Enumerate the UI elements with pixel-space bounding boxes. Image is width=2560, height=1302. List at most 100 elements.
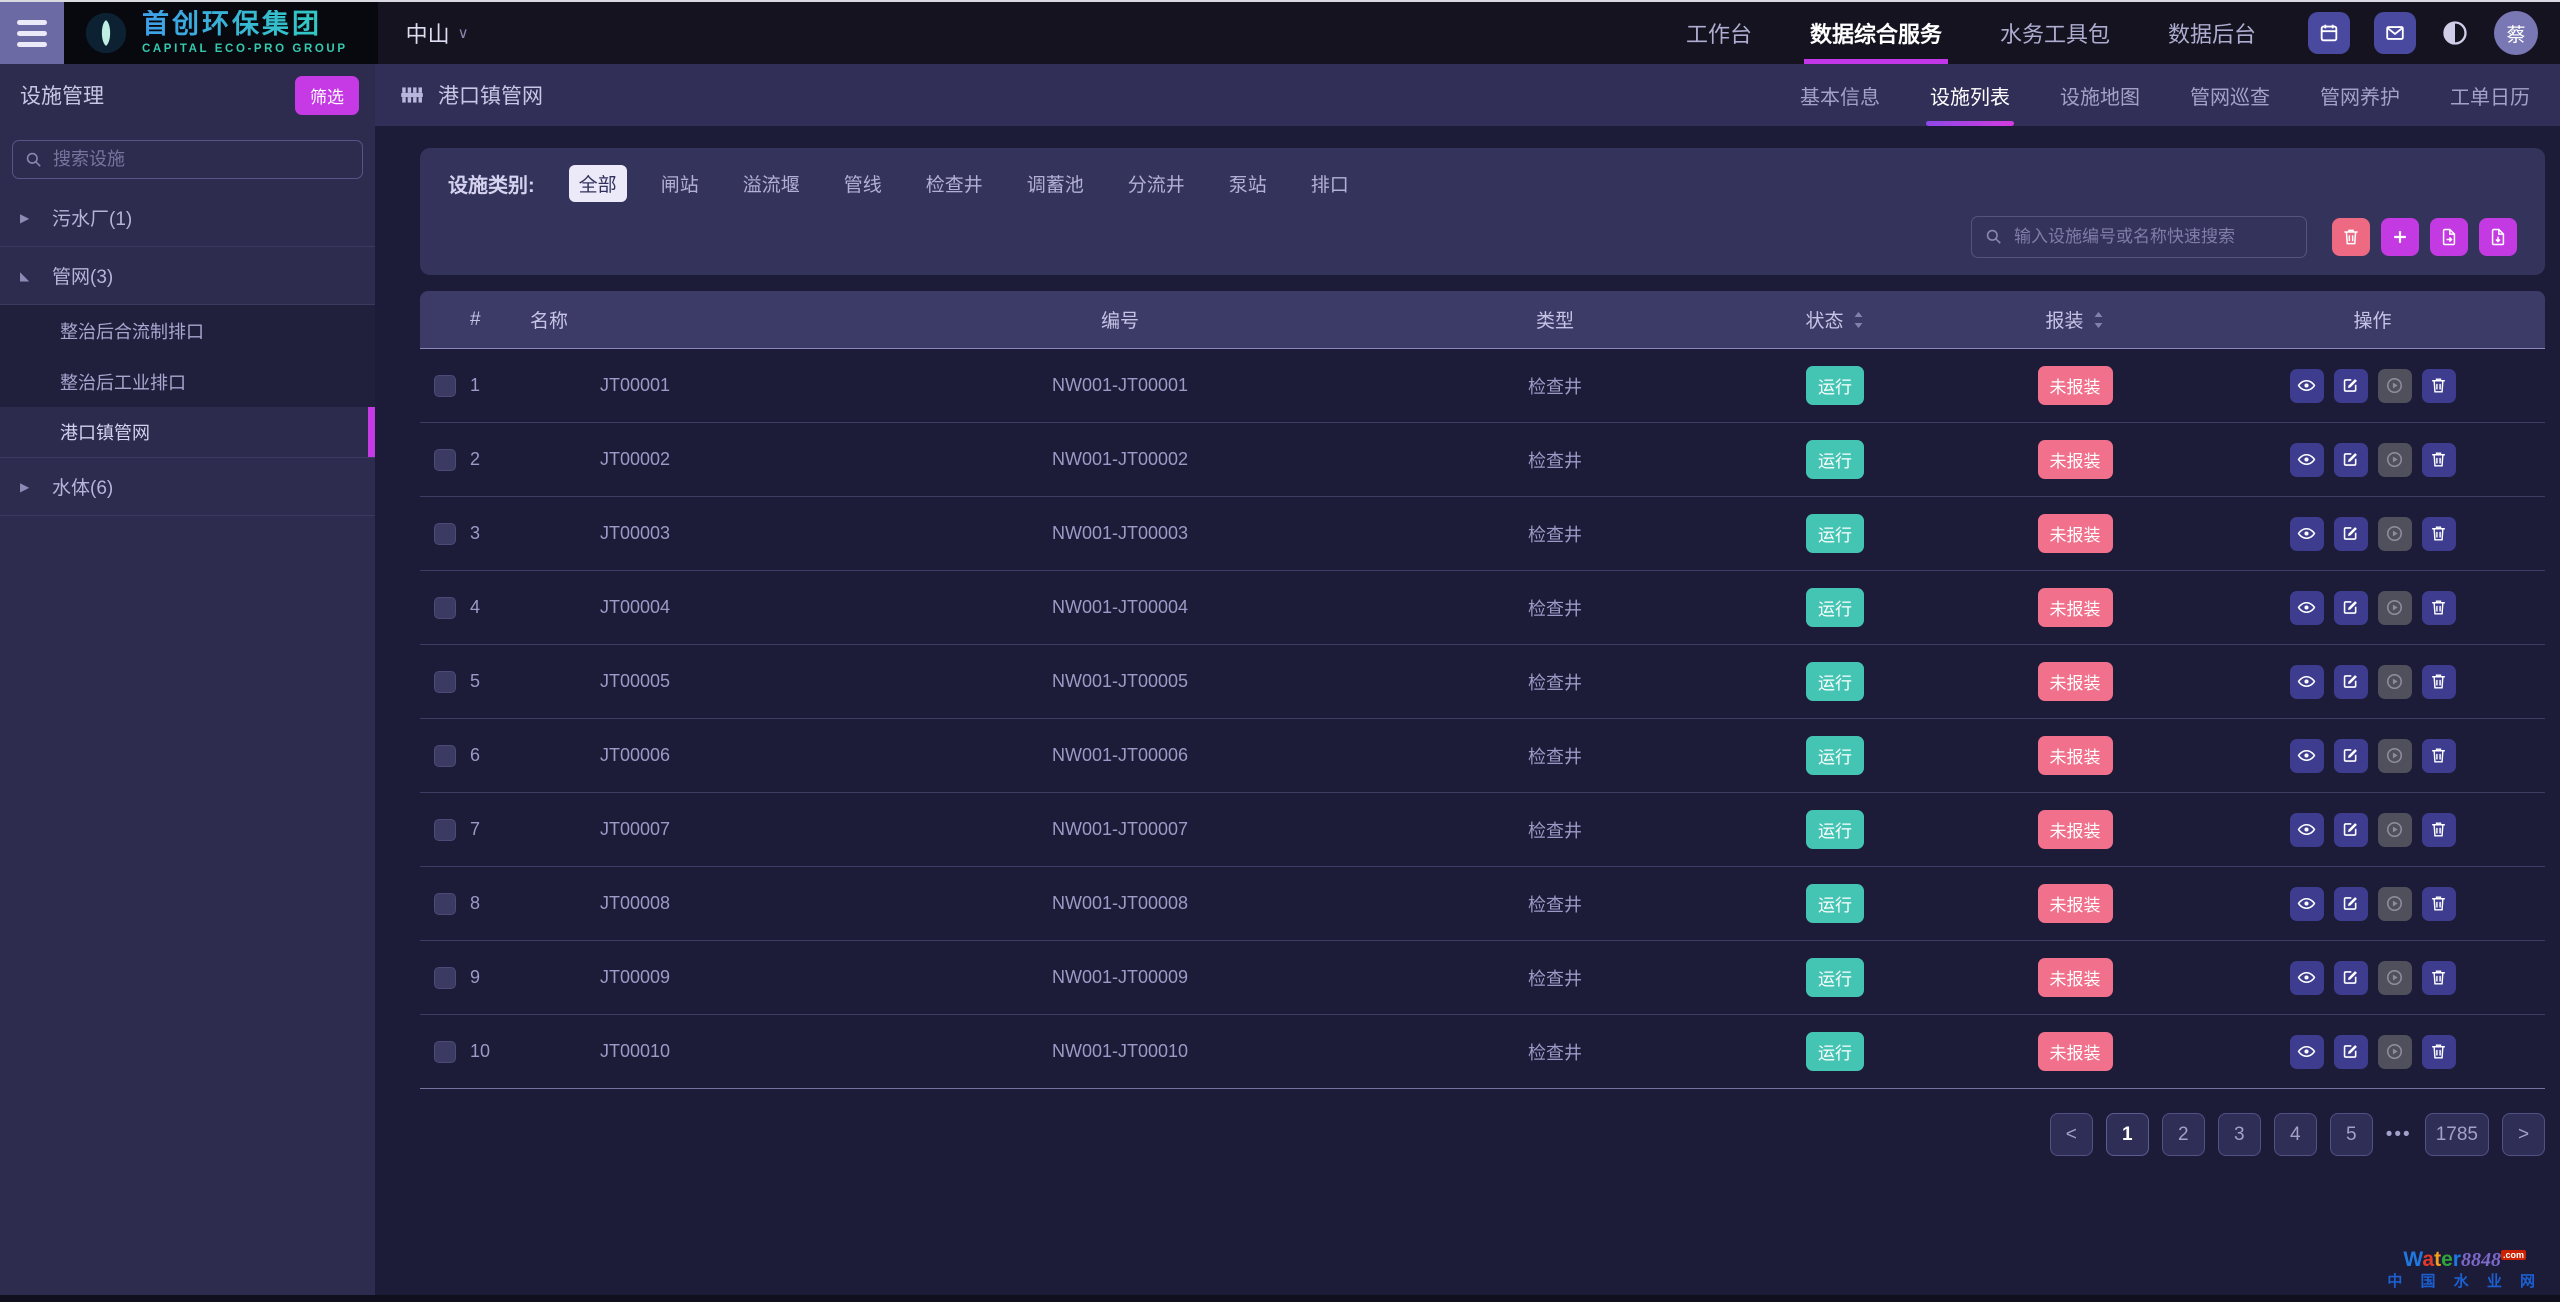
row-checkbox[interactable]: [434, 523, 456, 545]
category-闸站[interactable]: 闸站: [651, 165, 709, 202]
delete-row-button[interactable]: [2422, 961, 2456, 995]
delete-row-button[interactable]: [2422, 887, 2456, 921]
category-溢流堰[interactable]: 溢流堰: [733, 165, 810, 202]
tree-node-污水厂(1)[interactable]: ▶污水厂(1): [0, 189, 375, 247]
row-checkbox[interactable]: [434, 597, 456, 619]
edit-row-button[interactable]: [2334, 369, 2368, 403]
page-button-3[interactable]: 3: [2218, 1113, 2261, 1156]
sort-icon[interactable]: [2092, 310, 2105, 330]
filter-button[interactable]: 筛选: [295, 76, 359, 115]
view-row-button[interactable]: [2290, 443, 2324, 477]
nav-item-水务工具包[interactable]: 水务工具包: [2000, 2, 2110, 64]
nav-item-数据后台[interactable]: 数据后台: [2168, 2, 2256, 64]
edit-row-button[interactable]: [2334, 739, 2368, 773]
tab-工单日历[interactable]: 工单日历: [2450, 64, 2530, 126]
view-row-button[interactable]: [2290, 813, 2324, 847]
tree-leaf-港口镇管网[interactable]: 港口镇管网: [0, 407, 375, 458]
next-page-button[interactable]: >: [2502, 1113, 2545, 1156]
edit-row-button[interactable]: [2334, 887, 2368, 921]
category-分流井[interactable]: 分流井: [1118, 165, 1195, 202]
page-button-4[interactable]: 4: [2274, 1113, 2317, 1156]
main-nav: 工作台数据综合服务水务工具包数据后台: [1686, 2, 2256, 64]
view-row-button[interactable]: [2290, 591, 2324, 625]
category-全部[interactable]: 全部: [569, 165, 627, 202]
edit-row-button[interactable]: [2334, 443, 2368, 477]
category-泵站[interactable]: 泵站: [1219, 165, 1277, 202]
import-button[interactable]: [2430, 218, 2468, 256]
row-checkbox[interactable]: [434, 671, 456, 693]
user-avatar[interactable]: 蔡: [2494, 11, 2538, 55]
delete-row-button[interactable]: [2422, 1035, 2456, 1069]
row-checkbox[interactable]: [434, 375, 456, 397]
sidebar-search-input[interactable]: [12, 140, 363, 179]
tree-node-水体(6)[interactable]: ▶水体(6): [0, 458, 375, 516]
delete-row-button[interactable]: [2422, 813, 2456, 847]
delete-row-button[interactable]: [2422, 665, 2456, 699]
nav-item-数据综合服务[interactable]: 数据综合服务: [1810, 2, 1942, 64]
row-checkbox[interactable]: [434, 819, 456, 841]
tab-管网养护[interactable]: 管网养护: [2320, 64, 2400, 126]
play-row-button: [2378, 961, 2412, 995]
view-row-button[interactable]: [2290, 369, 2324, 403]
edit-row-button[interactable]: [2334, 961, 2368, 995]
tree-leaf-整治后工业排口[interactable]: 整治后工业排口: [0, 356, 375, 407]
prev-page-button[interactable]: <: [2050, 1113, 2093, 1156]
delete-row-button[interactable]: [2422, 517, 2456, 551]
page-button-1785[interactable]: 1785: [2425, 1113, 2489, 1156]
nav-item-工作台[interactable]: 工作台: [1686, 2, 1752, 64]
column-header-报装[interactable]: 报装: [1950, 306, 2200, 333]
edit-row-button[interactable]: [2334, 591, 2368, 625]
view-row-button[interactable]: [2290, 739, 2324, 773]
add-button[interactable]: [2381, 218, 2419, 256]
category-管线[interactable]: 管线: [834, 165, 892, 202]
column-header-状态[interactable]: 状态: [1720, 306, 1950, 333]
edit-row-button[interactable]: [2334, 1035, 2368, 1069]
row-checkbox[interactable]: [434, 893, 456, 915]
page-button-2[interactable]: 2: [2162, 1113, 2205, 1156]
delete-row-button[interactable]: [2422, 591, 2456, 625]
category-排口[interactable]: 排口: [1301, 165, 1359, 202]
mail-button[interactable]: [2374, 12, 2416, 54]
tab-设施列表[interactable]: 设施列表: [1930, 64, 2010, 126]
calendar-button[interactable]: [2308, 12, 2350, 54]
row-checkbox[interactable]: [434, 1041, 456, 1063]
edit-row-button[interactable]: [2334, 813, 2368, 847]
tree-node-管网(3)[interactable]: ◣管网(3): [0, 247, 375, 305]
caret-collapsed-icon[interactable]: ▶: [20, 480, 36, 494]
tree-leaf-整治后合流制排口[interactable]: 整治后合流制排口: [0, 305, 375, 356]
cell-type: 检查井: [1390, 1039, 1720, 1065]
tab-管网巡查[interactable]: 管网巡查: [2190, 64, 2270, 126]
tab-基本信息[interactable]: 基本信息: [1800, 64, 1880, 126]
delete-row-button[interactable]: [2422, 443, 2456, 477]
view-row-button[interactable]: [2290, 517, 2324, 551]
row-checkbox[interactable]: [434, 967, 456, 989]
sort-icon[interactable]: [1852, 310, 1865, 330]
page-button-5[interactable]: 5: [2330, 1113, 2373, 1156]
caret-collapsed-icon[interactable]: ▶: [20, 211, 36, 225]
cell-index: 2: [470, 449, 530, 470]
export-button[interactable]: [2479, 218, 2517, 256]
category-检查井[interactable]: 检查井: [916, 165, 993, 202]
category-调蓄池[interactable]: 调蓄池: [1017, 165, 1094, 202]
cell-status: 运行: [1720, 366, 1950, 405]
caret-expanded-icon[interactable]: ◣: [20, 269, 36, 283]
row-checkbox[interactable]: [434, 449, 456, 471]
edit-row-button[interactable]: [2334, 665, 2368, 699]
page-button-1[interactable]: 1: [2106, 1113, 2149, 1156]
cell-name: JT00004: [530, 597, 850, 618]
view-row-button[interactable]: [2290, 665, 2324, 699]
view-row-button[interactable]: [2290, 887, 2324, 921]
delete-row-button[interactable]: [2422, 369, 2456, 403]
delete-row-button[interactable]: [2422, 739, 2456, 773]
delete-button[interactable]: [2332, 218, 2370, 256]
menu-toggle-button[interactable]: [0, 2, 64, 64]
edit-row-button[interactable]: [2334, 517, 2368, 551]
page-ellipsis[interactable]: •••: [2386, 1124, 2412, 1146]
view-row-button[interactable]: [2290, 961, 2324, 995]
row-checkbox[interactable]: [434, 745, 456, 767]
region-selector[interactable]: 中山 ∨: [406, 2, 469, 64]
theme-toggle[interactable]: [2440, 18, 2470, 48]
tab-设施地图[interactable]: 设施地图: [2060, 64, 2140, 126]
quick-search-input[interactable]: [1971, 216, 2307, 258]
view-row-button[interactable]: [2290, 1035, 2324, 1069]
